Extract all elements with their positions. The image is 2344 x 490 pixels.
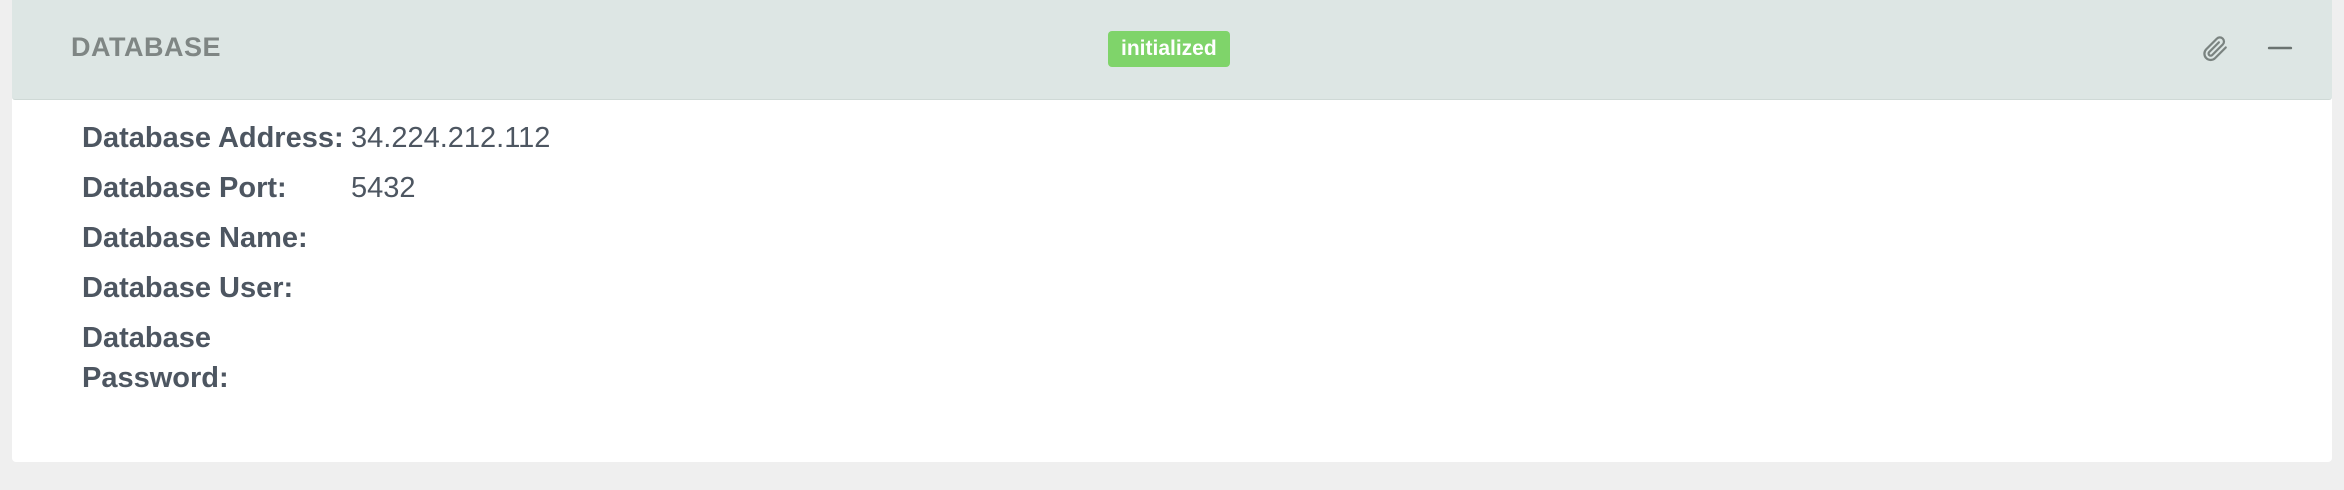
field-label: Database Address: bbox=[82, 122, 344, 154]
field-row-database-address: Database Address: 34.224.212.112 bbox=[82, 118, 2282, 158]
minus-icon bbox=[2267, 46, 2293, 50]
database-panel: DATABASE initialized Database Address: 3… bbox=[12, 0, 2332, 462]
attach-button[interactable] bbox=[2196, 30, 2232, 66]
header-actions bbox=[2196, 30, 2298, 66]
field-label: Database Name: bbox=[82, 222, 308, 254]
field-label: Database User: bbox=[82, 272, 294, 304]
field-value: 5432 bbox=[351, 172, 416, 204]
status-badge: initialized bbox=[1108, 31, 1230, 67]
panel-header: DATABASE initialized bbox=[12, 0, 2332, 100]
collapse-button[interactable] bbox=[2262, 30, 2298, 66]
field-label: Database Password: bbox=[82, 322, 229, 394]
field-row-database-password: Database Password: bbox=[82, 318, 2282, 398]
field-label: Database Port: bbox=[82, 172, 287, 204]
field-row-database-user: Database User: bbox=[82, 268, 2282, 308]
panel-body: Database Address: 34.224.212.112 Databas… bbox=[82, 118, 2282, 408]
field-row-database-name: Database Name: bbox=[82, 218, 2282, 258]
panel-title: DATABASE bbox=[71, 32, 221, 62]
paperclip-icon bbox=[2203, 36, 2227, 62]
field-value: 34.224.212.112 bbox=[351, 122, 551, 154]
field-row-database-port: Database Port: 5432 bbox=[82, 168, 2282, 208]
